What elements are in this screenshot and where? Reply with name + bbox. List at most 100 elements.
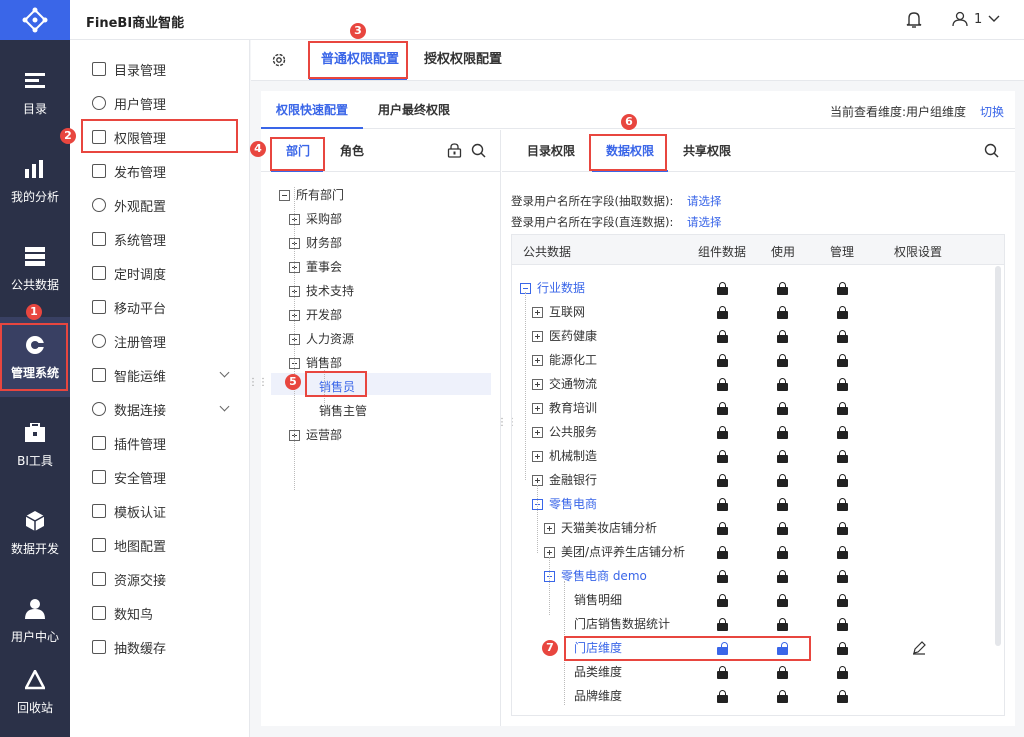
sidebar-item-security[interactable]: 安全管理 (92, 467, 242, 487)
lock-icon[interactable] (717, 450, 728, 463)
data-tree-item[interactable]: 门店销售数据统计 (574, 614, 670, 634)
sidebar-item-data-connection[interactable]: 数据连接 (92, 399, 242, 419)
lock-icon[interactable] (837, 546, 848, 559)
lock-icon[interactable] (837, 426, 848, 439)
lock-icon[interactable] (717, 498, 728, 511)
data-tree-item[interactable]: 金融银行 (532, 470, 597, 490)
sidebar-item-shuzhiniao[interactable]: 数知鸟 (92, 603, 242, 623)
lock-icon[interactable] (777, 666, 788, 679)
data-tree-item[interactable]: 教育培训 (532, 398, 597, 418)
lock-icon[interactable] (777, 618, 788, 631)
lock-icon[interactable] (717, 402, 728, 415)
lock-icon[interactable] (777, 450, 788, 463)
lock-icon[interactable] (717, 354, 728, 367)
lock-icon[interactable] (777, 306, 788, 319)
lock-icon[interactable] (837, 306, 848, 319)
lock-icon[interactable] (837, 330, 848, 343)
lock-icon[interactable] (777, 354, 788, 367)
sidebar-item-system[interactable]: 系统管理 (92, 229, 242, 249)
lock-icon[interactable] (777, 546, 788, 559)
dept-tree-item[interactable]: 财务部 (289, 233, 342, 253)
expand-icon[interactable] (532, 331, 543, 342)
dept-tree-item[interactable]: 销售部 (289, 353, 342, 373)
rail-item-data-dev[interactable]: 数据开发 (0, 493, 70, 573)
sidebar-item-map[interactable]: 地图配置 (92, 535, 242, 555)
lock-icon[interactable] (717, 306, 728, 319)
data-tree-item[interactable]: 公共服务 (532, 422, 597, 442)
search-icon[interactable] (471, 143, 486, 158)
sidebar-item-resource[interactable]: 资源交接 (92, 569, 242, 589)
data-tree-item[interactable]: 交通物流 (532, 374, 597, 394)
tab-grant-permission[interactable]: 授权权限配置 (424, 40, 502, 80)
tab-quick-config[interactable]: 权限快速配置 (276, 91, 348, 129)
lock-icon[interactable] (717, 690, 728, 703)
data-tree-item[interactable]: 品类维度 (574, 662, 622, 682)
tab-role[interactable]: 角色 (340, 142, 364, 159)
lock-icon[interactable] (837, 570, 848, 583)
select-extract-link[interactable]: 请选择 (687, 194, 722, 208)
data-tree-item[interactable]: 销售明细 (574, 590, 622, 610)
lock-icon[interactable] (837, 618, 848, 631)
data-tree-item[interactable]: 互联网 (532, 302, 585, 322)
splitter-handle-left[interactable]: ⋮⋮ (248, 378, 268, 395)
lock-setting-icon[interactable] (447, 143, 462, 158)
lock-icon[interactable] (777, 498, 788, 511)
sidebar-item-appearance[interactable]: 外观配置 (92, 195, 242, 215)
expand-icon[interactable] (532, 355, 543, 366)
dept-tree-item[interactable]: 运营部 (289, 425, 342, 445)
expand-icon[interactable] (532, 307, 543, 318)
sidebar-item-user[interactable]: 用户管理 (92, 93, 242, 113)
chevron-down-icon[interactable] (219, 401, 230, 412)
search-icon[interactable] (984, 143, 999, 158)
sidebar-item-schedule[interactable]: 定时调度 (92, 263, 242, 283)
select-direct-link[interactable]: 请选择 (687, 215, 722, 229)
lock-icon[interactable] (777, 282, 788, 295)
switch-link[interactable]: 切换 (980, 103, 1004, 120)
edit-icon[interactable] (912, 641, 926, 655)
expand-icon[interactable] (532, 403, 543, 414)
tab-share-permission[interactable]: 共享权限 (683, 142, 731, 159)
tab-user-final-permission[interactable]: 用户最终权限 (378, 91, 450, 129)
data-tree-item[interactable]: 零售电商 demo (544, 566, 647, 586)
lock-icon[interactable] (777, 378, 788, 391)
dept-tree-item[interactable]: 技术支持 (289, 281, 354, 301)
dept-tree-item[interactable]: 销售主管 (319, 401, 367, 421)
expand-icon[interactable] (532, 379, 543, 390)
lock-icon[interactable] (717, 282, 728, 295)
dept-tree-item[interactable]: 采购部 (289, 209, 342, 229)
lock-icon[interactable] (777, 594, 788, 607)
lock-icon[interactable] (837, 690, 848, 703)
expand-icon[interactable] (544, 523, 555, 534)
fine-logo[interactable] (0, 0, 70, 40)
data-tree-item[interactable]: 能源化工 (532, 350, 597, 370)
lock-icon[interactable] (777, 426, 788, 439)
lock-icon[interactable] (777, 570, 788, 583)
rail-item-bi-tools[interactable]: BI工具 (0, 405, 70, 485)
lock-icon[interactable] (837, 666, 848, 679)
lock-icon[interactable] (837, 522, 848, 535)
data-tree-item[interactable]: 零售电商 (532, 494, 597, 514)
lock-icon[interactable] (717, 618, 728, 631)
data-tree-item[interactable]: 美团/点评养生店铺分析 (544, 542, 685, 562)
lock-icon[interactable] (717, 522, 728, 535)
sidebar-item-plugin[interactable]: 插件管理 (92, 433, 242, 453)
sidebar-item-catalog[interactable]: 目录管理 (92, 59, 242, 79)
rail-item-catalog[interactable]: 目录 (0, 53, 70, 133)
data-tree-item[interactable]: 机械制造 (532, 446, 597, 466)
data-tree-item[interactable]: 天猫美妆店铺分析 (544, 518, 657, 538)
sidebar-item-register[interactable]: 注册管理 (92, 331, 242, 351)
lock-icon[interactable] (837, 642, 848, 655)
lock-icon[interactable] (777, 330, 788, 343)
sidebar-item-mobile[interactable]: 移动平台 (92, 297, 242, 317)
dept-tree-item[interactable]: 开发部 (289, 305, 342, 325)
lock-icon[interactable] (717, 426, 728, 439)
rail-item-public-data[interactable]: 公共数据 (0, 229, 70, 309)
dept-tree-item[interactable]: 所有部门 (279, 185, 344, 205)
lock-icon[interactable] (717, 546, 728, 559)
lock-icon[interactable] (777, 690, 788, 703)
lock-icon[interactable] (717, 570, 728, 583)
lock-icon[interactable] (837, 378, 848, 391)
lock-icon[interactable] (717, 474, 728, 487)
vertical-scrollbar[interactable] (995, 266, 1001, 646)
lock-icon[interactable] (777, 522, 788, 535)
